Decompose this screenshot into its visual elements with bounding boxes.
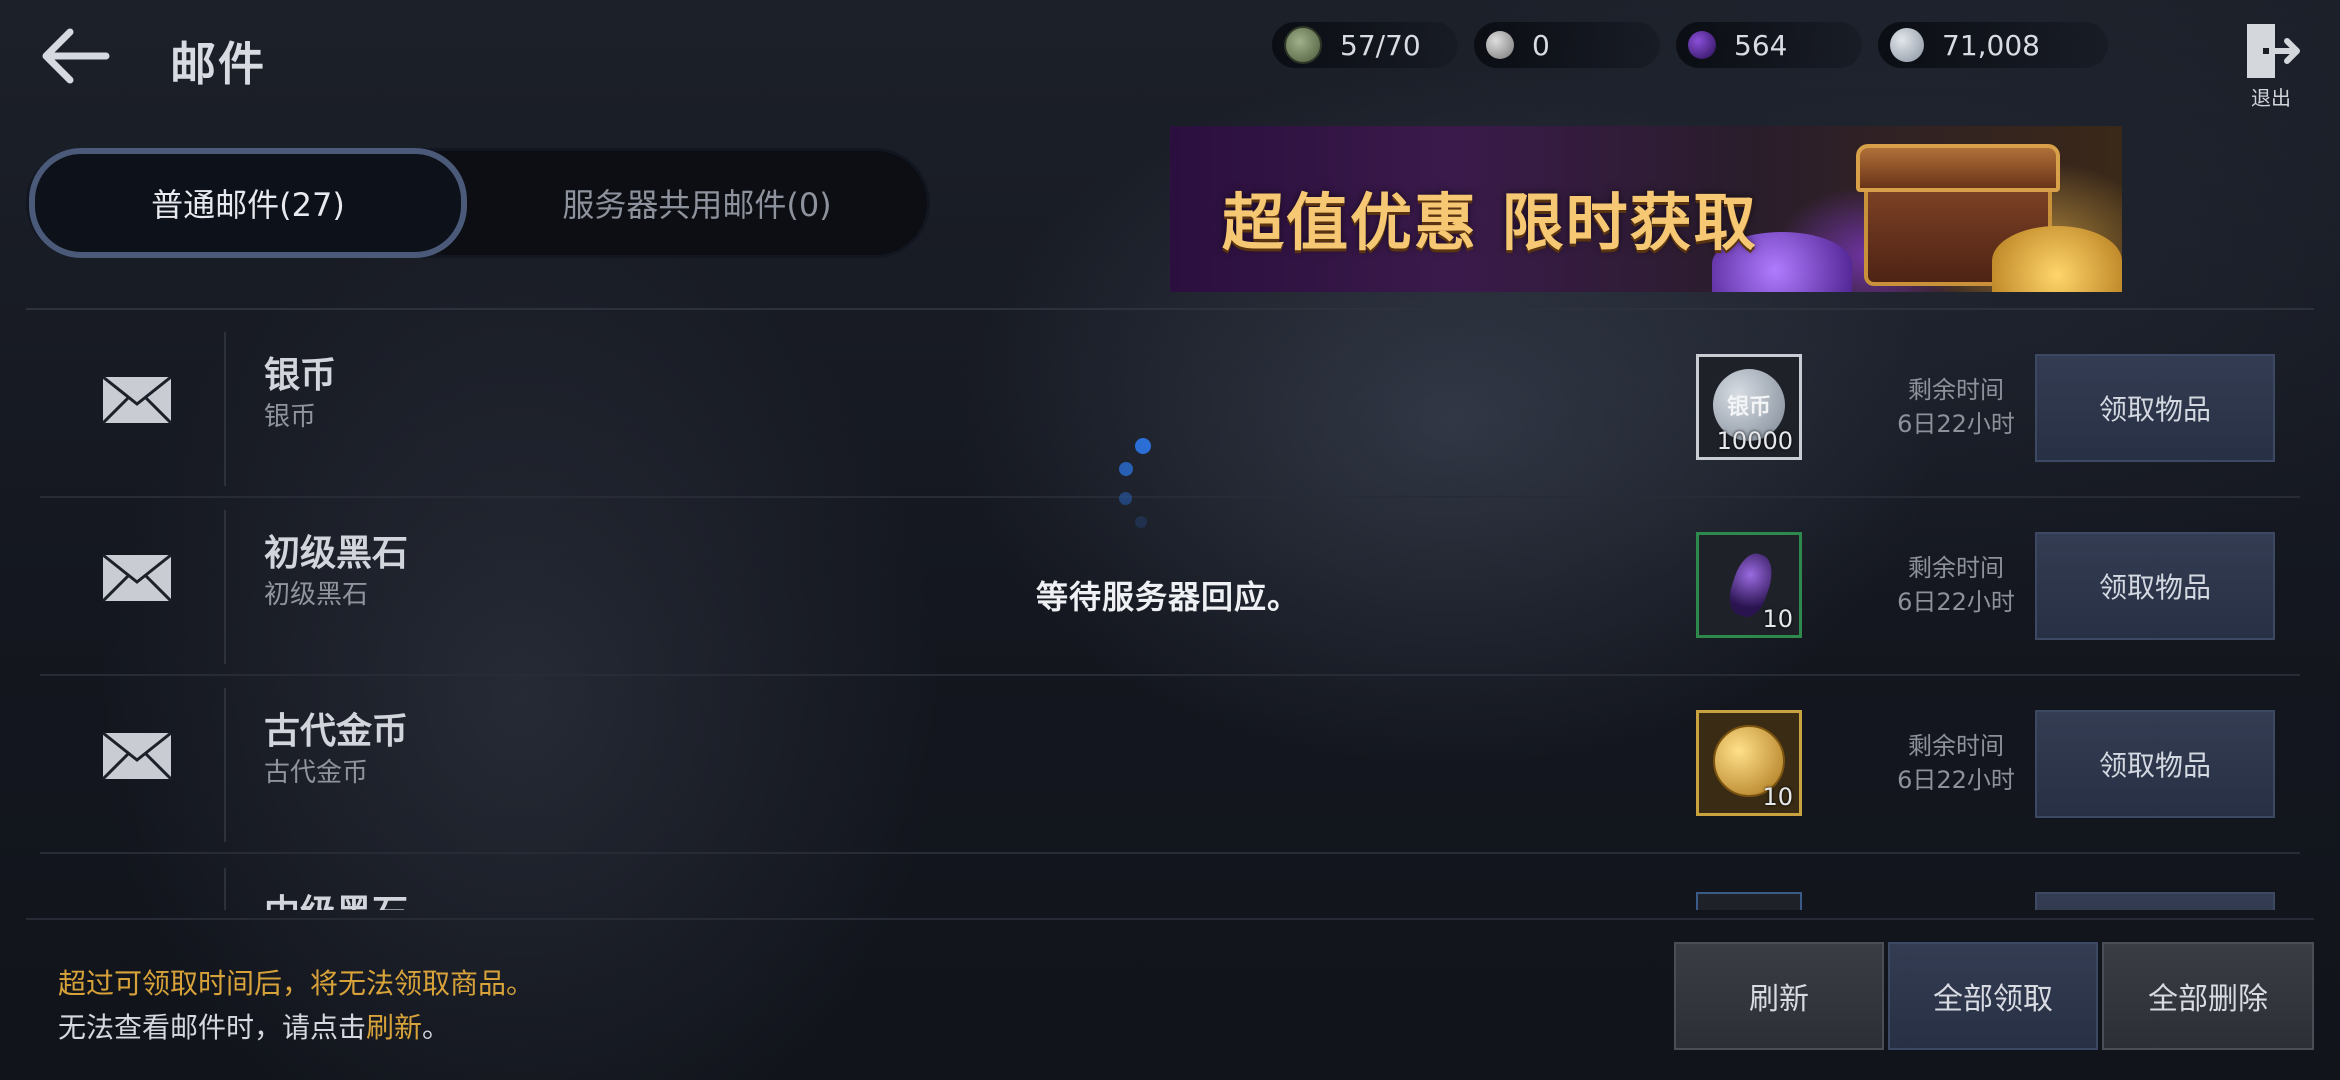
mail-subtitle: 古代金币: [264, 758, 369, 788]
resource-silver-coin: 71,008: [1878, 22, 2108, 68]
silver-coin-icon: [1890, 28, 1924, 62]
purple-gem-icon: [1688, 31, 1716, 59]
resource-value: 564: [1734, 28, 1788, 62]
claim-item-button[interactable]: 领取物品: [2035, 354, 2275, 462]
mail-row-partial[interactable]: 中级黑石: [40, 854, 2300, 910]
back-button[interactable]: [36, 24, 112, 88]
time-remaining-label: 剩余时间: [1908, 554, 2004, 582]
refresh-button[interactable]: 刷新: [1674, 942, 1884, 1050]
mail-title: 初级黑石: [264, 533, 409, 574]
resource-purple-gem: 564: [1676, 22, 1862, 68]
item-coin-label: 银币: [1726, 395, 1771, 420]
exit-door-icon: [2247, 24, 2300, 78]
row-separator: [224, 688, 226, 842]
item-count: 10000: [1716, 427, 1793, 455]
notice-refresh-link[interactable]: 刷新: [366, 1011, 422, 1044]
banner-text: 超值优惠 限时获取: [1222, 186, 1758, 259]
exit-button[interactable]: 退出: [2236, 20, 2306, 110]
notice-expire: 超过可领取时间后，将无法领取商品。: [58, 967, 535, 1000]
claim-all-button[interactable]: 全部领取: [1888, 942, 2098, 1050]
row-separator: [224, 510, 226, 664]
item-slot[interactable]: 10: [1696, 710, 1802, 816]
mail-subtitle: 初级黑石: [264, 580, 369, 610]
delete-all-button[interactable]: 全部删除: [2102, 942, 2314, 1050]
notice-refresh: 无法查看邮件时，请点击刷新。: [58, 1006, 450, 1046]
mail-row[interactable]: 古代金币 古代金币 10 剩余时间 6日22小时 领取物品: [40, 676, 2300, 854]
energy-icon: [1284, 26, 1322, 64]
tab-normal-mail[interactable]: 普通邮件(27): [29, 148, 467, 258]
time-remaining-value: 6日22小时: [1897, 410, 2015, 438]
treasure-chest-lid-art: [1856, 144, 2060, 192]
time-remaining-value: 6日22小时: [1897, 588, 2015, 616]
page-title: 邮件: [170, 37, 266, 91]
envelope-icon: [102, 376, 172, 424]
gold-pile-art: [1992, 226, 2122, 292]
item-slot[interactable]: 10: [1696, 532, 1802, 638]
mail-title: 古代金币: [264, 711, 409, 752]
silver-orb-icon: [1486, 31, 1514, 59]
spinner-dot: [1119, 462, 1133, 476]
exit-label: 退出: [2251, 86, 2291, 110]
mail-tab-bar: 普通邮件(27) 服务器共用邮件(0): [26, 148, 930, 258]
spinner-dot: [1119, 492, 1132, 505]
notice-refresh-suffix: 。: [422, 1011, 451, 1044]
promo-banner[interactable]: 超值优惠 限时获取: [1170, 126, 2122, 292]
footer-divider: [26, 918, 2314, 920]
item-slot[interactable]: [1696, 892, 1802, 910]
time-remaining-label: 剩余时间: [1908, 732, 2004, 760]
mail-title: 银币: [264, 355, 337, 396]
time-remaining-value: 6日22小时: [1897, 766, 2015, 794]
item-count: 10: [1762, 605, 1793, 633]
resource-value: 0: [1532, 28, 1550, 62]
claim-item-button[interactable]: 领取物品: [2035, 532, 2275, 640]
resource-value: 57/70: [1340, 28, 1421, 62]
mail-title: 中级黑石: [264, 884, 408, 910]
item-slot[interactable]: 银币 10000: [1696, 354, 1802, 460]
claim-item-button[interactable]: 领取物品: [2035, 710, 2275, 818]
envelope-icon: [102, 732, 172, 780]
mail-subtitle: 银币: [264, 402, 317, 432]
tab-server-shared-mail[interactable]: 服务器共用邮件(0): [467, 151, 927, 255]
divider: [26, 308, 2314, 310]
loading-message: 等待服务器回应。: [1036, 578, 1301, 616]
arrow-left-icon: [42, 28, 110, 84]
time-remaining-label: 剩余时间: [1908, 376, 2004, 404]
resource-value: 71,008: [1942, 28, 2040, 62]
resource-energy: 57/70: [1272, 22, 1458, 68]
row-separator: [224, 332, 226, 486]
spinner-dot: [1135, 438, 1151, 454]
spinner-dot: [1135, 516, 1147, 528]
item-count: 10: [1762, 783, 1793, 811]
notice-refresh-prefix: 无法查看邮件时，请点击: [58, 1011, 367, 1044]
row-separator: [224, 868, 226, 910]
envelope-icon: [102, 554, 172, 602]
resource-silver-orb: 0: [1474, 22, 1660, 68]
loading-spinner: [1115, 438, 1175, 538]
claim-item-button[interactable]: [2035, 892, 2275, 910]
